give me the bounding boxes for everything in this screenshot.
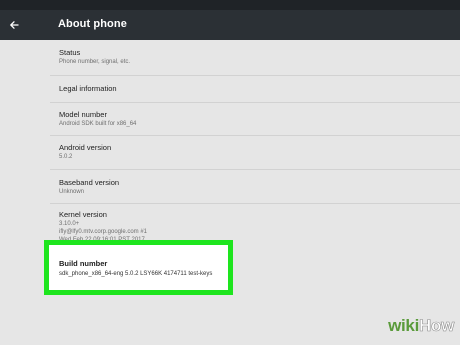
- settings-item-android-version[interactable]: Android version 5.0.2: [0, 136, 460, 170]
- settings-item-label: Android version: [59, 143, 112, 152]
- settings-item-baseband-version[interactable]: Baseband version Unknown: [0, 170, 460, 204]
- app-bar: About phone: [0, 10, 460, 40]
- settings-item-legal[interactable]: Legal information: [0, 76, 460, 102]
- settings-item-summary: Android SDK built for x86_64: [59, 121, 137, 127]
- build-number-label: Build number: [59, 259, 108, 268]
- page-title: About phone: [58, 18, 127, 30]
- wikihow-logo-how: How: [419, 316, 455, 336]
- settings-item-summary: Unknown: [59, 189, 85, 195]
- settings-item-label: Model number: [59, 110, 107, 119]
- kernel-line-2: ifly@lfy0.mtv.corp.google.com #1: [59, 229, 148, 235]
- wikihow-watermark: wiki How: [388, 313, 455, 339]
- settings-item-kernel-version[interactable]: Kernel version 3.10.0+ ifly@lfy0.mtv.cor…: [0, 204, 460, 243]
- back-arrow-icon[interactable]: [4, 15, 24, 35]
- settings-item-summary: Phone number, signal, etc.: [59, 59, 131, 65]
- settings-item-label: Status: [59, 48, 81, 57]
- settings-item-label: Kernel version: [59, 210, 107, 219]
- settings-item-label: Baseband version: [59, 178, 120, 187]
- settings-item-model-number[interactable]: Model number Android SDK built for x86_6…: [0, 103, 460, 137]
- settings-item-summary: 5.0.2: [59, 154, 73, 160]
- build-number-item[interactable]: Build number sdk_phone_x86_64-eng 5.0.2 …: [44, 240, 233, 295]
- status-bar: [0, 0, 460, 10]
- settings-item-label: Legal information: [59, 84, 117, 93]
- kernel-line-1: 3.10.0+: [59, 221, 80, 227]
- wikihow-logo-wiki: wiki: [388, 316, 420, 335]
- settings-item-status[interactable]: Status Phone number, signal, etc.: [0, 40, 460, 74]
- build-number-value: sdk_phone_x86_64-eng 5.0.2 LSY66K 417471…: [59, 271, 213, 277]
